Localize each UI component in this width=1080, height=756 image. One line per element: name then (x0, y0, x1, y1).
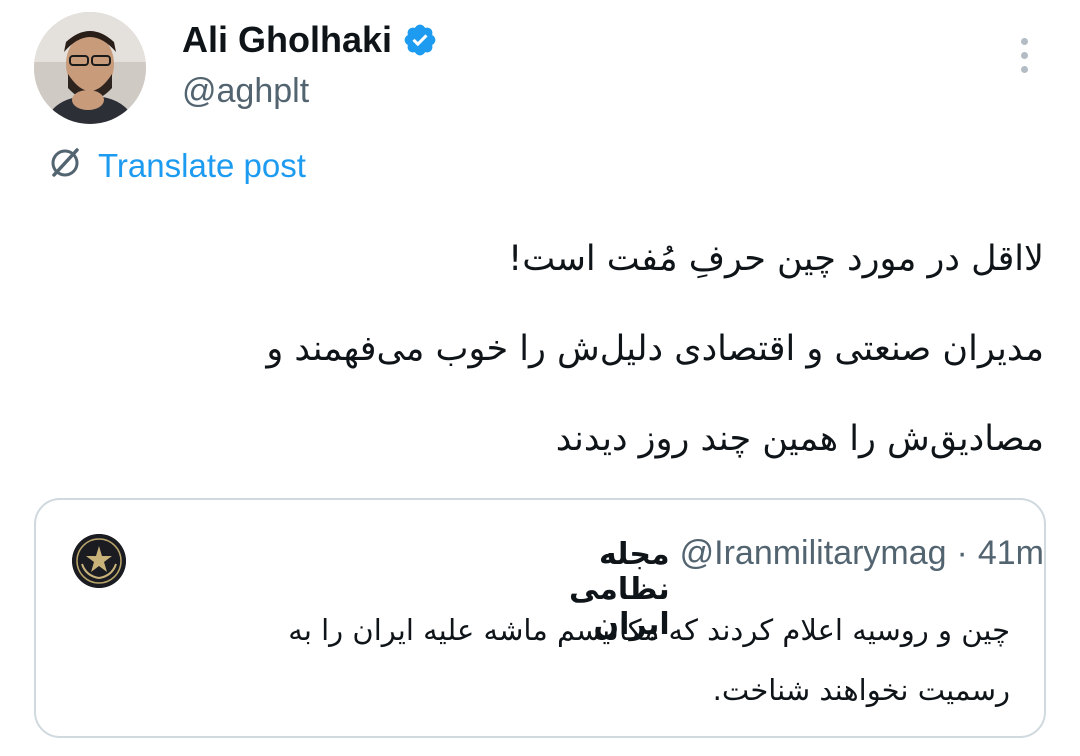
author-name-row[interactable]: Ali Gholhaki (182, 18, 438, 62)
post-text-line: مدیران صنعتی و اقتصادی دلیل‌ش را خوب می‌… (266, 329, 1044, 369)
author-avatar-image (34, 12, 146, 124)
quoted-author-avatar[interactable] (72, 534, 126, 588)
military-emblem-icon (72, 534, 126, 588)
quoted-post-time[interactable]: 41m (978, 534, 1044, 573)
meta-separator: · (956, 534, 968, 572)
quoted-post-text: چین و روسیه اعلام کردند که مکانیسم ماشه … (60, 600, 1010, 720)
quoted-post-card[interactable]: مجله نظامی ایران @Iranmilitarymag · 41m … (34, 498, 1046, 738)
author-avatar[interactable] (34, 12, 146, 124)
more-vertical-icon[interactable] (1012, 38, 1036, 78)
translate-post-label: Translate post (98, 146, 306, 184)
author-handle[interactable]: @aghplt (182, 70, 309, 112)
translate-slash-icon (46, 144, 84, 187)
verified-badge-icon (402, 22, 438, 58)
author-display-name[interactable]: Ali Gholhaki (182, 18, 392, 62)
post-text: لااقل در مورد چین حرفِ مُفت است! مدیران … (40, 214, 1044, 484)
quoted-author-handle[interactable]: @Iranmilitarymag (680, 534, 947, 573)
translate-post-button[interactable]: Translate post (46, 144, 306, 187)
post-text-line: مصادیق‌ش را همین چند روز دیدند (555, 419, 1044, 459)
quoted-text-line: رسمیت نخواهند شناخت. (712, 673, 1010, 707)
quoted-text-line: چین و روسیه اعلام کردند که مکانیسم ماشه … (288, 613, 1010, 647)
post-text-line: لااقل در مورد چین حرفِ مُفت است! (508, 239, 1044, 279)
